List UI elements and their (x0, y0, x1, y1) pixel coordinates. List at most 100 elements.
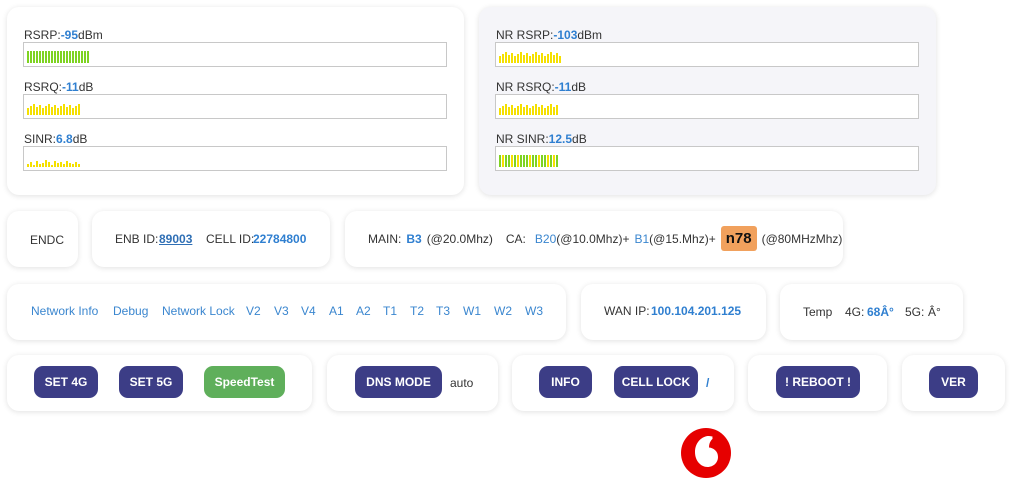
rsrq-ticks (27, 103, 80, 115)
rsrp-bar (23, 42, 447, 67)
temp-4g-value: 68Â° (867, 305, 894, 319)
nr-sinr-prefix: NR SINR: (496, 132, 549, 146)
signal-tick (535, 155, 537, 167)
temp-5g-value: Â° (928, 305, 941, 319)
nr-rsrq-unit: dB (571, 80, 587, 94)
nav-link-w2[interactable]: W2 (494, 304, 512, 318)
signal-tick (499, 56, 501, 63)
nr-sinr-value: 12.5 (548, 132, 573, 146)
signal-tick (45, 51, 47, 63)
signal-tick (559, 56, 561, 63)
temp-4g-label: 4G: (845, 305, 865, 319)
signal-tick (39, 51, 41, 63)
signal-tick (33, 104, 35, 115)
nr-rsrp-label: NR RSRP:-103dBm (496, 28, 602, 42)
signal-tick (517, 155, 519, 167)
signal-tick (529, 56, 531, 63)
signal-tick (529, 155, 531, 167)
nav-link-a1[interactable]: A1 (329, 304, 344, 318)
signal-tick (532, 54, 534, 63)
nav-link-a2[interactable]: A2 (356, 304, 371, 318)
nr-sinr-unit: dB (572, 132, 587, 146)
nav-link-v3[interactable]: V3 (274, 304, 289, 318)
nr-signal-card: NR RSRP:-103dBm NR RSRQ:-11dB NR SINR:12… (479, 7, 936, 195)
signal-tick (48, 104, 50, 115)
nav-link-debug[interactable]: Debug (113, 304, 148, 318)
signal-tick (33, 165, 35, 167)
main-label: MAIN: (368, 231, 402, 246)
signal-tick (541, 53, 543, 63)
cell-ids-card: ENB ID: 89003 CELL ID: 22784800 (92, 211, 330, 267)
version-button[interactable]: VER (929, 366, 978, 398)
signal-tick (54, 161, 56, 167)
dns-mode-value: auto (450, 376, 474, 390)
signal-tick (42, 163, 44, 167)
signal-tick (547, 106, 549, 115)
signal-tick (57, 163, 59, 167)
signal-tick (42, 51, 44, 63)
signal-tick (48, 162, 50, 167)
rsrq-value: -11 (62, 80, 79, 94)
signal-tick (511, 105, 513, 115)
cell-id-label: CELL ID: (206, 232, 255, 246)
signal-tick (556, 155, 558, 167)
signal-tick (57, 51, 59, 63)
cell-id-value: 22784800 (253, 232, 307, 246)
ca-label: CA: (505, 231, 526, 246)
nav-link-t3[interactable]: T3 (436, 304, 450, 318)
speedtest-button[interactable]: SpeedTest (204, 366, 285, 398)
signal-tick (550, 52, 552, 63)
signal-tick (508, 55, 510, 63)
rsrq-label: RSRQ:-11dB (24, 80, 93, 94)
signal-tick (523, 155, 525, 167)
rsrp-value: -95 (60, 28, 79, 42)
wan-ip-value: 100.104.201.125 (651, 304, 742, 318)
sinr-unit: dB (72, 132, 88, 146)
dns-mode-button[interactable]: DNS MODE (355, 366, 442, 398)
nav-link-w3[interactable]: W3 (525, 304, 543, 318)
wan-card: WAN IP: 100.104.201.125 (581, 284, 766, 340)
signal-tick (544, 56, 546, 63)
nav-link-w1[interactable]: W1 (463, 304, 481, 318)
signal-tick (538, 55, 540, 63)
nr-rsrp-bar (495, 42, 919, 67)
signal-tick (27, 108, 29, 115)
signal-tick (523, 107, 525, 115)
info-button[interactable]: INFO (539, 366, 592, 398)
reboot-button[interactable]: ! REBOOT ! (776, 366, 860, 398)
signal-tick (63, 51, 65, 63)
temp-label: Temp (803, 305, 833, 319)
nav-link-network-info[interactable]: Network Info (31, 304, 98, 318)
signal-tick (556, 53, 558, 63)
cell-lock-button[interactable]: CELL LOCK (614, 366, 698, 398)
nav-link-network-lock[interactable]: Network Lock (162, 304, 235, 318)
rsrp-label: RSRP:-95dBm (24, 28, 103, 42)
set-5g-button[interactable]: SET 5G (119, 366, 183, 398)
signal-tick (78, 51, 80, 63)
signal-tick (538, 155, 540, 167)
nav-link-v2[interactable]: V2 (246, 304, 261, 318)
bands-card: MAIN: B3 (@20.0Mhz) CA: B20 (@10.0Mhz)+ … (345, 211, 843, 267)
nav-link-t2[interactable]: T2 (410, 304, 424, 318)
nr-sinr-bar (495, 146, 919, 171)
main-band: B3 (406, 231, 422, 246)
signal-tick (532, 155, 534, 167)
nav-link-v4[interactable]: V4 (301, 304, 316, 318)
signal-tick (544, 155, 546, 167)
cell-lock-value: / (706, 376, 710, 390)
signal-tick (517, 106, 519, 115)
signal-tick (514, 155, 516, 167)
signal-tick (553, 55, 555, 63)
signal-tick (51, 107, 53, 115)
enb-id-link[interactable]: 89003 (159, 232, 192, 246)
signal-tick (51, 51, 53, 63)
signal-tick (529, 108, 531, 115)
signal-tick (502, 106, 504, 115)
signal-tick (75, 162, 77, 167)
signal-tick (66, 51, 68, 63)
nav-link-t1[interactable]: T1 (383, 304, 397, 318)
set-4g-button[interactable]: SET 4G (34, 366, 98, 398)
signal-tick (66, 161, 68, 167)
signal-tick (556, 105, 558, 115)
signal-tick (36, 161, 38, 167)
